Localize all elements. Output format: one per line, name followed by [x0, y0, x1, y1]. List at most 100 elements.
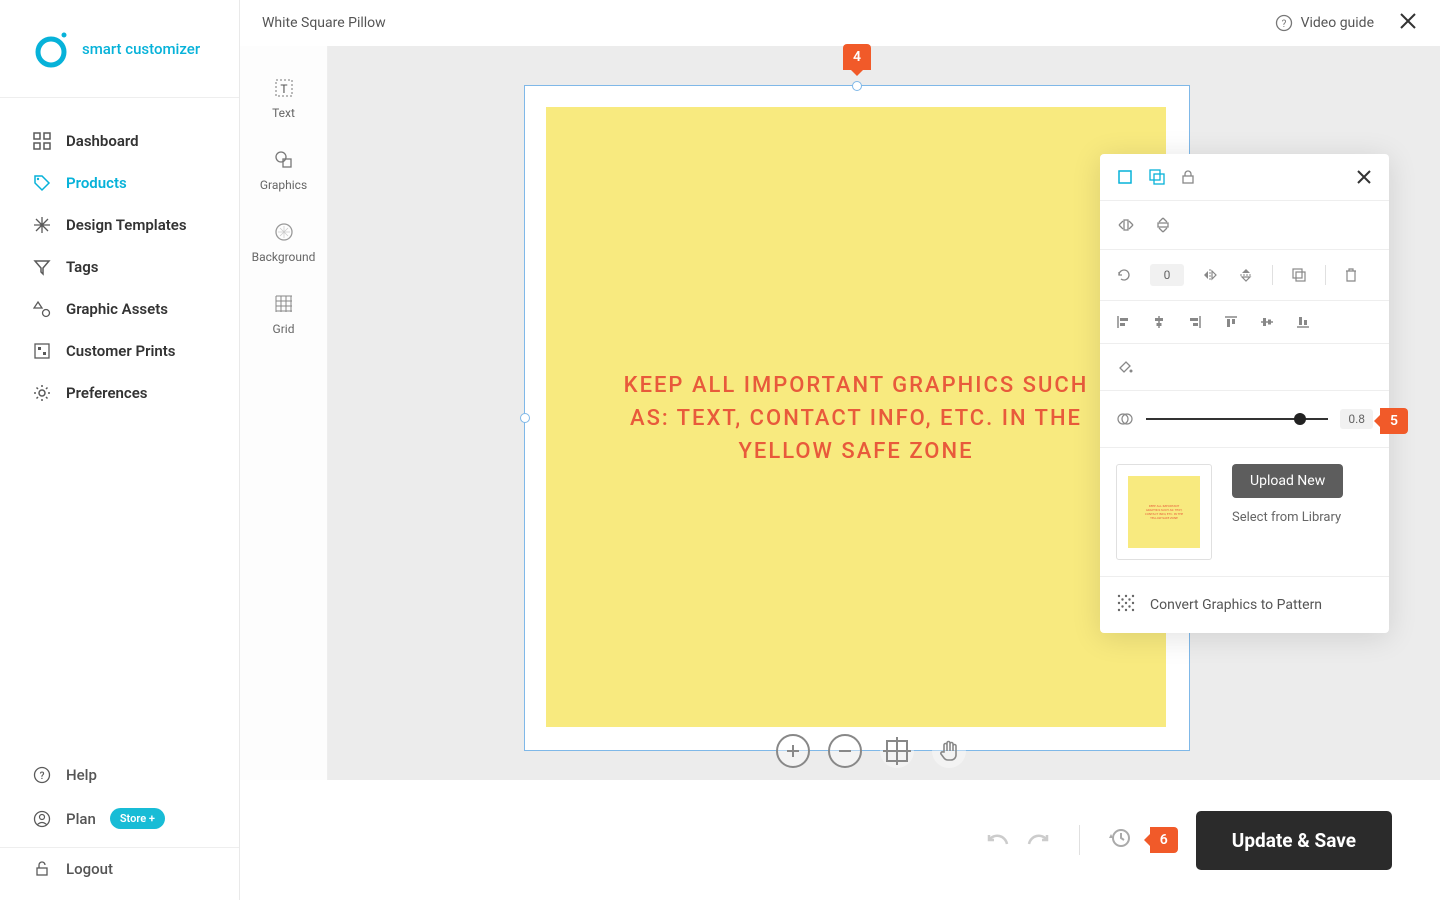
sidebar-item-preferences[interactable]: Preferences [0, 372, 239, 414]
fit-button[interactable] [880, 734, 914, 768]
sidebar: smart customizer Dashboard Products Desi… [0, 0, 240, 900]
history-button[interactable] [1108, 826, 1132, 854]
grid-icon [274, 292, 294, 316]
tool-text[interactable]: T Text [240, 76, 327, 120]
undo-icon [985, 828, 1011, 848]
help-icon: ? [1275, 14, 1293, 32]
svg-text:?: ? [1281, 19, 1286, 30]
duplicate-icon[interactable] [1291, 267, 1307, 283]
update-save-button[interactable]: Update & Save [1196, 811, 1392, 870]
align-left-icon[interactable] [1116, 315, 1130, 329]
svg-text:?: ? [40, 771, 45, 782]
tool-grid[interactable]: Grid [240, 292, 327, 336]
props-header [1100, 154, 1389, 201]
sidebar-item-plan[interactable]: Plan Store + [0, 796, 239, 841]
zoom-out-button[interactable] [828, 734, 862, 768]
redo-button[interactable] [1025, 828, 1051, 852]
align-top-icon[interactable] [1224, 315, 1238, 329]
sidebar-item-products[interactable]: Products [0, 162, 239, 204]
flip-horizontal-icon[interactable] [1202, 267, 1220, 283]
props-center-row [1100, 201, 1389, 250]
mask-icon[interactable] [1148, 168, 1166, 186]
templates-icon [32, 216, 52, 234]
align-center-h-icon[interactable] [1152, 315, 1166, 329]
sidebar-item-label: Products [66, 174, 127, 192]
sidebar-item-label: Help [66, 766, 97, 784]
resize-handle-left[interactable] [520, 413, 530, 423]
close-icon [1398, 11, 1418, 31]
center-vertical-icon[interactable] [1154, 215, 1172, 235]
annotation-5: 5 [1380, 408, 1408, 434]
filter-icon [32, 258, 52, 276]
plus-icon [785, 743, 801, 759]
zoom-in-button[interactable] [776, 734, 810, 768]
sidebar-item-dashboard[interactable]: Dashboard [0, 120, 239, 162]
properties-panel: 0 0.8 KEEP ALL IMPORTANTGRAPHICS SUCH AS… [1100, 154, 1389, 633]
align-center-v-icon[interactable] [1260, 315, 1274, 329]
close-panel-button[interactable] [1355, 168, 1373, 186]
shapes-icon [32, 300, 52, 318]
convert-pattern-button[interactable]: Convert Graphics to Pattern [1100, 577, 1389, 633]
rotate-icon[interactable] [1116, 267, 1132, 283]
lock-icon[interactable] [1180, 168, 1196, 186]
tool-label: Text [272, 106, 295, 120]
select-from-library-link[interactable]: Select from Library [1232, 510, 1343, 525]
tool-background[interactable]: Background [240, 220, 327, 264]
fit-icon [883, 737, 911, 765]
plan-badge: Store + [110, 808, 165, 829]
upload-new-button[interactable]: Upload New [1232, 464, 1343, 498]
safe-zone[interactable]: KEEP ALL IMPORTANT GRAPHICS SUCH AS: TEX… [546, 107, 1166, 727]
sidebar-item-label: Tags [66, 258, 99, 276]
rotation-input[interactable]: 0 [1150, 264, 1184, 286]
sidebar-item-templates[interactable]: Design Templates [0, 204, 239, 246]
text-icon: T [273, 76, 295, 100]
safe-zone-text: KEEP ALL IMPORTANT GRAPHICS SUCH AS: TEX… [546, 369, 1166, 468]
annotation-4: 4 [843, 44, 871, 70]
background-icon [273, 220, 295, 244]
bottombar: 6 Update & Save [240, 780, 1440, 900]
align-right-icon[interactable] [1188, 315, 1202, 329]
history-icon [1108, 826, 1132, 850]
sidebar-item-logout[interactable]: Logout [0, 848, 239, 890]
sidebar-item-tags[interactable]: Tags [0, 246, 239, 288]
sidebar-item-graphic-assets[interactable]: Graphic Assets [0, 288, 239, 330]
center-horizontal-icon[interactable] [1116, 216, 1136, 234]
resize-handle-top[interactable] [852, 81, 862, 91]
props-align-row [1100, 301, 1389, 344]
sidebar-item-label: Logout [66, 860, 113, 878]
align-bottom-icon[interactable] [1296, 315, 1310, 329]
opacity-value[interactable]: 0.8 [1340, 409, 1373, 429]
sidebar-item-customer-prints[interactable]: Customer Prints [0, 330, 239, 372]
sidebar-item-label: Preferences [66, 384, 148, 402]
sidebar-item-label: Graphic Assets [66, 300, 168, 318]
graphic-thumbnail[interactable]: KEEP ALL IMPORTANTGRAPHICS SUCH AS: TEXT… [1116, 464, 1212, 560]
tag-icon [32, 174, 52, 192]
logo[interactable]: smart customizer [0, 0, 239, 98]
close-button[interactable] [1398, 11, 1418, 35]
prints-icon [32, 342, 52, 360]
sidebar-item-help[interactable]: ? Help [0, 754, 239, 796]
flip-vertical-icon[interactable] [1238, 266, 1254, 284]
tool-label: Grid [273, 322, 295, 336]
svg-text:T: T [280, 82, 287, 96]
sidebar-item-label: Customer Prints [66, 342, 176, 360]
fill-icon[interactable] [1116, 358, 1134, 376]
help-icon: ? [32, 766, 52, 784]
crop-icon[interactable] [1116, 168, 1134, 186]
logo-text: smart customizer [82, 40, 200, 58]
delete-icon[interactable] [1344, 267, 1358, 283]
page-title: White Square Pillow [262, 15, 386, 31]
opacity-icon [1116, 410, 1134, 428]
tool-column: T Text Graphics Background Grid [240, 46, 328, 780]
slider-thumb[interactable] [1294, 413, 1306, 425]
video-guide-button[interactable]: ? Video guide [1275, 14, 1374, 32]
tool-graphics[interactable]: Graphics [240, 148, 327, 192]
canvas-controls [776, 734, 966, 768]
pan-button[interactable] [932, 734, 966, 768]
pattern-icon [1116, 593, 1136, 617]
opacity-slider[interactable] [1146, 418, 1328, 420]
props-preview-row: KEEP ALL IMPORTANTGRAPHICS SUCH AS: TEXT… [1100, 448, 1389, 577]
dashboard-icon [32, 132, 52, 150]
undo-button[interactable] [985, 828, 1011, 852]
sidebar-item-label: Dashboard [66, 132, 139, 150]
